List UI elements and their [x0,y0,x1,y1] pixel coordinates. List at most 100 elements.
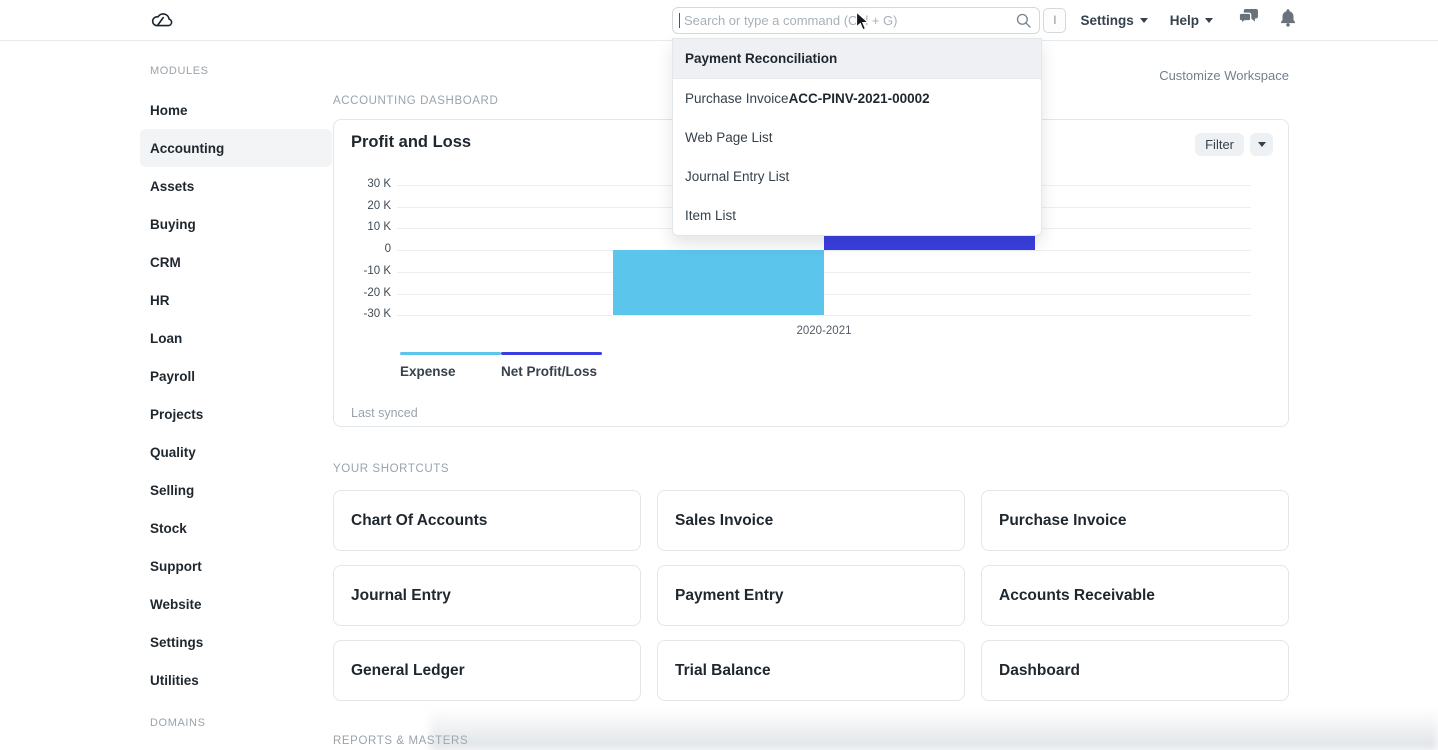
shortcut-card-accounts-receivable[interactable]: Accounts Receivable [981,565,1289,626]
reports-masters-section-header: REPORTS & MASTERS [333,735,468,747]
chart-gridline [397,250,1251,251]
sidebar-item-payroll[interactable]: Payroll [140,357,332,395]
sidebar-item-selling[interactable]: Selling [140,471,332,509]
sidebar-item-crm[interactable]: CRM [140,243,332,281]
chevron-down-icon [1205,18,1213,23]
settings-menu-button[interactable]: Settings [1080,13,1147,28]
bottom-shadow-artifact [430,708,1438,750]
sidebar-item-label: Quality [150,445,196,460]
sidebar-item-settings[interactable]: Settings [140,623,332,661]
y-axis-tick-label: 20 K [334,200,391,212]
sidebar-item-accounting[interactable]: Accounting [140,129,332,167]
dashboard-section-header: ACCOUNTING DASHBOARD [333,95,498,107]
y-axis-tick-label: -10 K [334,265,391,277]
sidebar-item-home[interactable]: Home [140,91,332,129]
search-result-text: Payment Reconciliation [685,51,837,66]
legend-label: Expense [400,364,501,379]
navbar-right-cluster: I Settings Help [1043,0,1296,40]
sidebar-item-label: Projects [150,407,203,422]
filter-button[interactable]: Filter [1195,133,1244,156]
shortcut-card-label: Chart Of Accounts [351,512,487,530]
shortcut-card-label: Purchase Invoice [999,512,1127,530]
chart-legend: ExpenseNet Profit/Loss [400,352,602,379]
last-synced-text: Last synced [351,406,418,420]
bell-icon [1280,9,1296,32]
help-menu-button[interactable]: Help [1170,13,1213,28]
notifications-button[interactable] [1280,9,1296,32]
sidebar-item-label: Settings [150,635,203,650]
shortcut-card-chart-of-accounts[interactable]: Chart Of Accounts [333,490,641,551]
chart-bar-expense[interactable] [613,250,824,315]
app-logo[interactable] [150,9,174,35]
search-result-item[interactable]: Web Page List [673,118,1041,157]
y-axis-tick-label: -30 K [334,308,391,320]
search-input[interactable] [672,7,1040,34]
chevron-down-icon [1258,142,1266,147]
sidebar-item-assets[interactable]: Assets [140,167,332,205]
y-axis-tick-label: -20 K [334,287,391,299]
shortcut-card-journal-entry[interactable]: Journal Entry [333,565,641,626]
legend-label: Net Profit/Loss [501,364,602,379]
chat-button[interactable] [1239,9,1258,31]
sidebar-item-label: Assets [150,179,194,194]
shortcut-card-label: Sales Invoice [675,512,773,530]
chart-bar-net-profit-loss[interactable] [824,236,1035,250]
sidebar-item-hr[interactable]: HR [140,281,332,319]
search-result-item[interactable]: Journal Entry List [673,157,1041,196]
y-axis-tick-label: 30 K [334,178,391,190]
sidebar-item-support[interactable]: Support [140,547,332,585]
sidebar-item-website[interactable]: Website [140,585,332,623]
sidebar-item-label: HR [150,293,170,308]
cloud-logo-icon [150,17,174,34]
sidebar-item-quality[interactable]: Quality [140,433,332,471]
legend-color-line [501,352,602,355]
shortcut-card-sales-invoice[interactable]: Sales Invoice [657,490,965,551]
search-result-text: Purchase Invoice [685,91,789,106]
settings-menu-label: Settings [1080,13,1133,28]
shortcut-card-label: General Ledger [351,662,465,680]
chart-title: Profit and Loss [351,133,471,152]
shortcut-card-label: Payment Entry [675,587,784,605]
global-search [672,7,1040,34]
shortcut-card-general-ledger[interactable]: General Ledger [333,640,641,701]
search-result-item[interactable]: Item List [673,196,1041,235]
text-cursor [679,13,680,28]
shortcut-card-label: Journal Entry [351,587,451,605]
search-result-item[interactable]: Purchase Invoice ACC-PINV-2021-00002 [673,79,1041,118]
sidebar-item-label: Utilities [150,673,199,688]
shortcuts-section-header: YOUR SHORTCUTS [333,463,449,475]
shortcut-card-payment-entry[interactable]: Payment Entry [657,565,965,626]
user-avatar[interactable]: I [1043,8,1066,33]
sidebar-item-label: Stock [150,521,187,536]
sidebar-item-label: Support [150,559,202,574]
x-axis-tick-label: 2020-2021 [797,325,852,337]
sidebar-item-stock[interactable]: Stock [140,509,332,547]
search-result-text: Journal Entry List [685,169,789,184]
sidebar-item-utilities[interactable]: Utilities [140,661,332,699]
legend-item-expense[interactable]: Expense [400,352,501,379]
customize-workspace-link[interactable]: Customize Workspace [1159,68,1289,83]
chart-gridline [397,315,1251,316]
sidebar-item-buying[interactable]: Buying [140,205,332,243]
y-axis-tick-label: 10 K [334,221,391,233]
sidebar-item-label: Website [150,597,202,612]
sidebar-item-projects[interactable]: Projects [140,395,332,433]
search-result-item[interactable]: Payment Reconciliation [673,39,1041,79]
sidebar-item-label: Buying [150,217,196,232]
shortcut-card-dashboard[interactable]: Dashboard [981,640,1289,701]
sidebar-modules-header: MODULES [150,65,332,77]
chat-bubbles-icon [1239,9,1258,31]
sidebar-item-label: CRM [150,255,181,270]
legend-color-line [400,352,501,355]
sidebar-item-label: Accounting [150,141,224,156]
chart-gridline [397,294,1251,295]
legend-item-net-profit-loss[interactable]: Net Profit/Loss [501,352,602,379]
sidebar-item-label: Payroll [150,369,195,384]
shortcut-card-trial-balance[interactable]: Trial Balance [657,640,965,701]
sidebar-item-loan[interactable]: Loan [140,319,332,357]
shortcut-card-purchase-invoice[interactable]: Purchase Invoice [981,490,1289,551]
search-result-text: Item List [685,208,736,223]
search-result-bold-text: ACC-PINV-2021-00002 [789,91,930,106]
filter-dropdown-button[interactable] [1250,133,1273,156]
chart-gridline [397,272,1251,273]
